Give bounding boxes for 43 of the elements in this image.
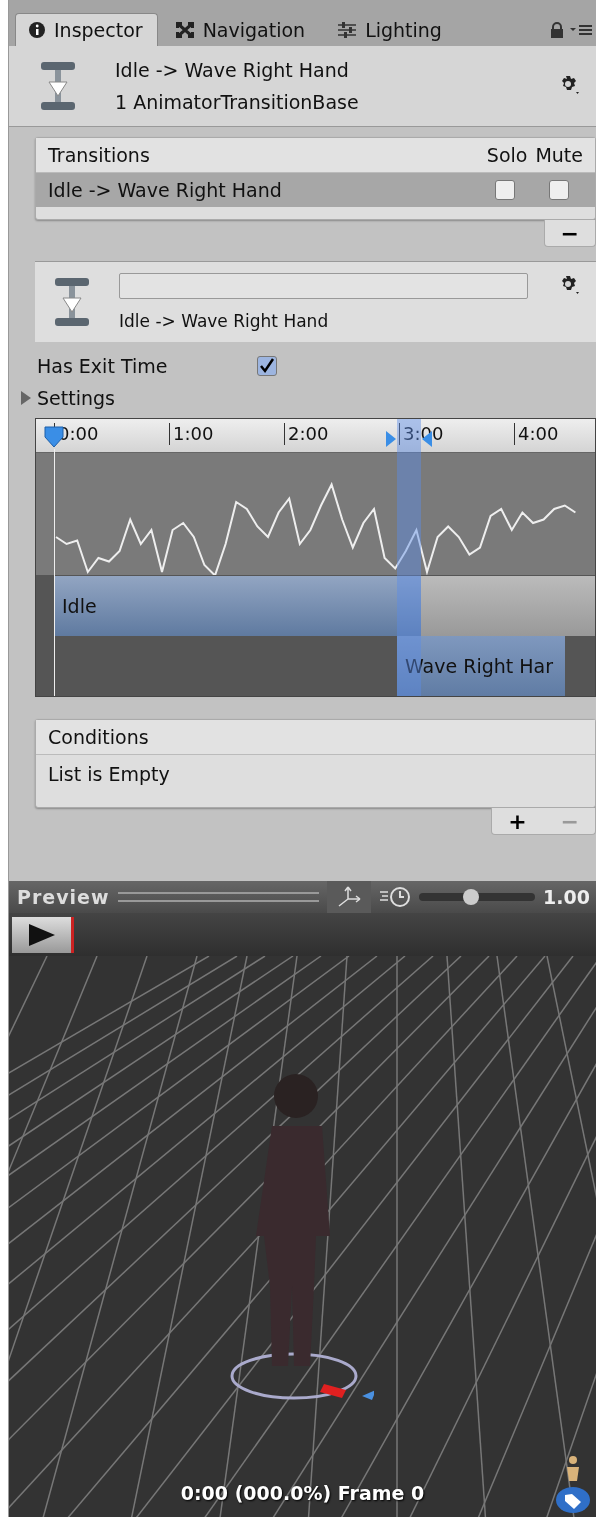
play-button[interactable] [12,916,74,953]
info-icon [28,21,46,39]
tag-icon[interactable] [556,1487,590,1513]
property-label: Has Exit Time [37,355,169,377]
crossed-arrows-icon [174,21,195,39]
panel-tab[interactable]: Lighting [324,13,457,46]
transition-row[interactable]: Idle -> Wave Right Hand [36,173,595,207]
transition-label: Idle -> Wave Right Hand [119,311,330,331]
panel-tab[interactable]: Inspector [15,13,158,46]
ruler-label: 1:00 [169,423,214,445]
speed-icon [379,886,412,908]
add-button[interactable]: + [502,808,533,834]
clip-bar[interactable]: Idle [54,576,421,636]
speed-value: 1.00 [543,886,590,908]
drag-grip[interactable] [117,892,320,902]
panel-tab[interactable]: Navigation [161,13,321,46]
play-icon [26,921,57,948]
exit-time-checkbox[interactable] [257,356,277,376]
name-field[interactable] [119,273,528,299]
header-subtitle: 1 AnimatorTransitionBase [115,91,360,113]
column-header: Mute [535,144,583,166]
playback-status: 0:00 (000.0%) Frame 0 [179,1482,426,1504]
menu-icon[interactable] [570,23,592,37]
pivot-toggle-button[interactable] [327,881,372,913]
sliders-icon [337,21,358,39]
header-title: Idle -> Wave Right Hand [115,59,350,81]
transition-icon [53,276,91,328]
list-title: Transitions [48,144,151,166]
lock-icon[interactable] [550,22,564,38]
mute-checkbox[interactable] [549,180,569,200]
empty-list-message: List is Empty [48,763,170,785]
list-title: Conditions [48,726,149,748]
axes-icon [336,885,363,909]
ruler-label: 2:00 [284,423,329,445]
ruler-label: 4:00 [514,423,559,445]
avatar-figure-icon[interactable] [565,1455,581,1481]
solo-checkbox[interactable] [495,180,515,200]
transition-name: Idle -> Wave Right Hand [48,179,283,201]
settings-foldout[interactable]: Settings [9,382,596,414]
transition-icon [39,60,77,112]
column-header: Solo [486,144,528,166]
preview-title: Preview [17,886,110,908]
clip-bar[interactable]: Wave Right Har [397,636,565,696]
